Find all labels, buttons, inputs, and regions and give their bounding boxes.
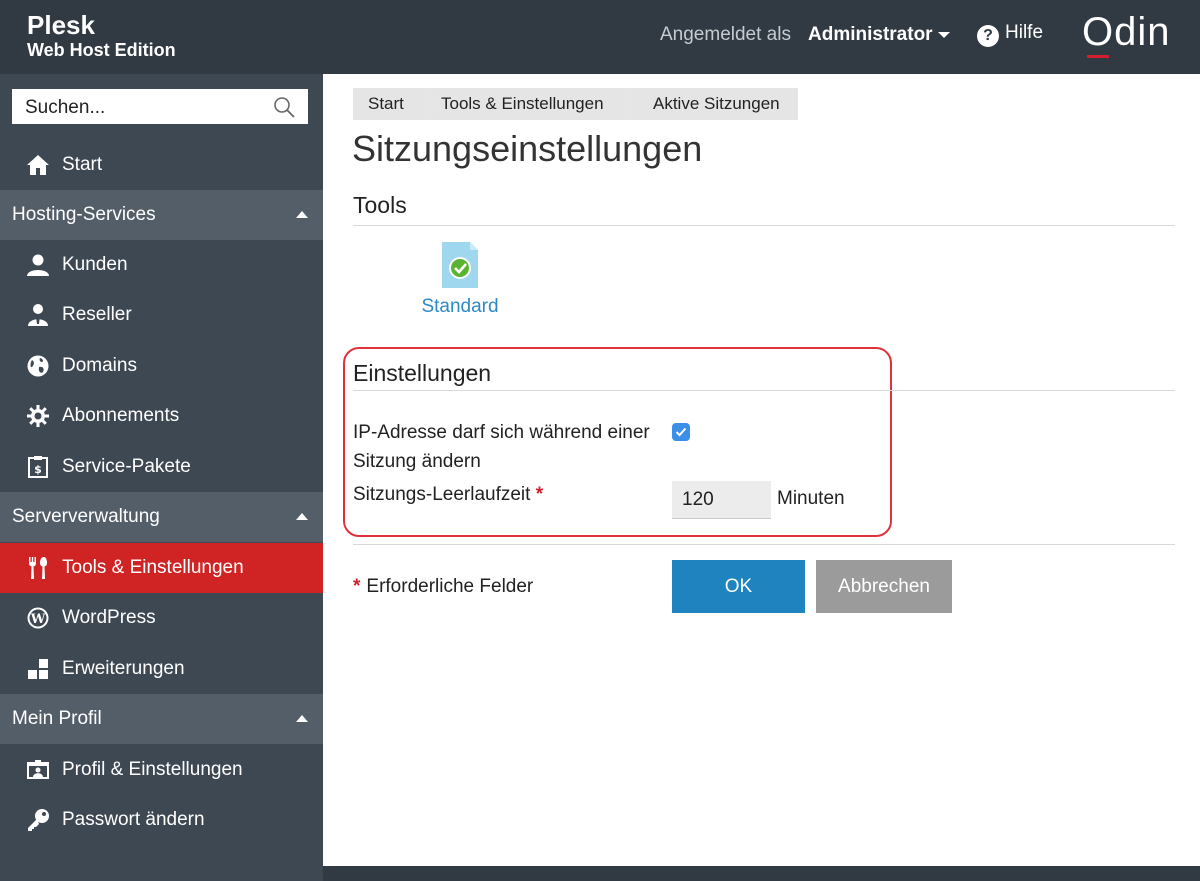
sidebar-item-label: Domains bbox=[62, 355, 137, 376]
sidebar-item-start[interactable]: Start bbox=[0, 140, 323, 190]
sidebar-item-label: Passwort ändern bbox=[62, 809, 205, 830]
sidebar-item-label: Profil & Einstellungen bbox=[62, 759, 243, 780]
section-label: Mein Profil bbox=[12, 708, 102, 729]
help-link[interactable]: ? Hilfe bbox=[977, 22, 1043, 47]
breadcrumb-start[interactable]: Start bbox=[353, 88, 425, 120]
section-hosting-services[interactable]: Hosting-Services bbox=[0, 190, 323, 240]
user-name: Administrator bbox=[808, 24, 933, 45]
profile-icon bbox=[27, 760, 49, 779]
search-icon[interactable] bbox=[272, 95, 296, 119]
sidebar-item-wordpress[interactable]: W WordPress bbox=[0, 593, 323, 643]
sidebar-item-abonnements[interactable]: Abonnements bbox=[0, 391, 323, 441]
user-menu[interactable]: Administrator bbox=[808, 24, 950, 46]
home-icon bbox=[27, 155, 49, 175]
breadcrumb-label: Start bbox=[368, 94, 404, 113]
top-header: Plesk Web Host Edition Angemeldet als Ad… bbox=[0, 0, 1200, 74]
tool-label: Standard bbox=[421, 296, 499, 317]
sidebar: Suchen... Start Hosting-Services Kunden … bbox=[0, 74, 323, 881]
idle-timeout-unit: Minuten bbox=[777, 488, 845, 509]
sidebar-item-label: WordPress bbox=[62, 607, 156, 628]
logged-in-label: Angemeldet als bbox=[660, 24, 791, 45]
package-icon: $ bbox=[28, 456, 48, 478]
required-fields-text: Erforderliche Felder bbox=[366, 576, 534, 597]
sidebar-item-service-pakete[interactable]: $ Service-Pakete bbox=[0, 442, 323, 492]
extensions-icon bbox=[28, 659, 48, 679]
section-mein-profil[interactable]: Mein Profil bbox=[0, 694, 323, 744]
sidebar-item-tools-einstellungen[interactable]: Tools & Einstellungen bbox=[0, 543, 323, 593]
sidebar-item-label: Erweiterungen bbox=[62, 658, 185, 679]
sidebar-item-profil-einstellungen[interactable]: Profil & Einstellungen bbox=[0, 745, 323, 795]
ip-change-checkbox[interactable] bbox=[672, 423, 690, 441]
divider bbox=[353, 225, 1175, 226]
search-input[interactable]: Suchen... bbox=[12, 89, 308, 124]
svg-text:W: W bbox=[30, 612, 46, 627]
brand-edition: Web Host Edition bbox=[27, 40, 176, 60]
tools-icon bbox=[29, 557, 47, 579]
svg-text:$: $ bbox=[34, 463, 42, 476]
required-fields-note: * Erforderliche Felder bbox=[353, 576, 533, 598]
divider bbox=[353, 544, 1175, 545]
settings-heading: Einstellungen bbox=[353, 360, 492, 386]
question-circle-icon: ? bbox=[977, 25, 999, 47]
sidebar-item-passwort-aendern[interactable]: Passwort ändern bbox=[0, 795, 323, 845]
section-label: Serververwaltung bbox=[12, 506, 160, 527]
idle-timeout-input[interactable] bbox=[672, 481, 771, 519]
breadcrumb-label: Aktive Sitzungen bbox=[653, 94, 780, 113]
breadcrumb-tools-einstellungen[interactable]: Tools & Einstellungen bbox=[425, 88, 623, 120]
sidebar-item-label: Tools & Einstellungen bbox=[62, 557, 244, 578]
ip-change-label: IP-Adresse darf sich während einer Sitzu… bbox=[353, 422, 650, 472]
gear-icon bbox=[27, 405, 49, 427]
odin-logo-accent bbox=[1087, 55, 1109, 58]
caret-down-icon bbox=[937, 31, 950, 38]
tools-heading: Tools bbox=[353, 192, 407, 218]
help-label: Hilfe bbox=[1005, 22, 1044, 43]
chevron-up-icon bbox=[296, 211, 308, 218]
breadcrumb-aktive-sitzungen[interactable]: Aktive Sitzungen bbox=[623, 88, 798, 120]
sidebar-item-kunden[interactable]: Kunden bbox=[0, 240, 323, 290]
sidebar-item-erweiterungen[interactable]: Erweiterungen bbox=[0, 644, 323, 694]
section-label: Hosting-Services bbox=[12, 204, 156, 225]
cancel-button[interactable]: Abbrechen bbox=[816, 560, 952, 613]
globe-icon bbox=[27, 355, 49, 377]
page-title: Sitzungseinstellungen bbox=[352, 128, 703, 169]
odin-logo: Odin bbox=[1082, 10, 1171, 54]
sidebar-item-reseller[interactable]: Reseller bbox=[0, 290, 323, 340]
tool-standard[interactable]: Standard bbox=[415, 240, 507, 322]
ok-button[interactable]: OK bbox=[672, 560, 805, 613]
reseller-icon bbox=[28, 304, 48, 326]
checkmark-icon bbox=[675, 427, 687, 437]
breadcrumb-arrow bbox=[425, 88, 435, 120]
chevron-up-icon bbox=[296, 715, 308, 722]
section-serververwaltung[interactable]: Serververwaltung bbox=[0, 492, 323, 542]
key-icon bbox=[28, 809, 49, 831]
required-marker: * bbox=[535, 484, 544, 505]
sidebar-item-label: Kunden bbox=[62, 254, 128, 275]
divider bbox=[353, 390, 1175, 391]
sidebar-item-label: Abonnements bbox=[62, 405, 180, 426]
required-marker: * bbox=[353, 576, 361, 597]
user-icon bbox=[27, 254, 49, 276]
idle-timeout-label: Sitzungs-Leerlaufzeit * bbox=[353, 484, 543, 506]
document-check-icon bbox=[442, 242, 478, 288]
brand-name: Plesk bbox=[27, 10, 95, 40]
sidebar-item-label: Start bbox=[62, 154, 103, 175]
sidebar-item-label: Service-Pakete bbox=[62, 456, 191, 477]
search-placeholder: Suchen... bbox=[25, 97, 106, 118]
breadcrumb-arrow bbox=[623, 88, 633, 120]
footer-bar bbox=[323, 866, 1200, 881]
sidebar-item-label: Reseller bbox=[62, 304, 132, 325]
wordpress-icon: W bbox=[27, 607, 49, 629]
sidebar-item-domains[interactable]: Domains bbox=[0, 341, 323, 391]
chevron-up-icon bbox=[296, 513, 308, 520]
breadcrumb-label: Tools & Einstellungen bbox=[441, 94, 604, 113]
idle-timeout-label-text: Sitzungs-Leerlaufzeit bbox=[353, 484, 531, 505]
